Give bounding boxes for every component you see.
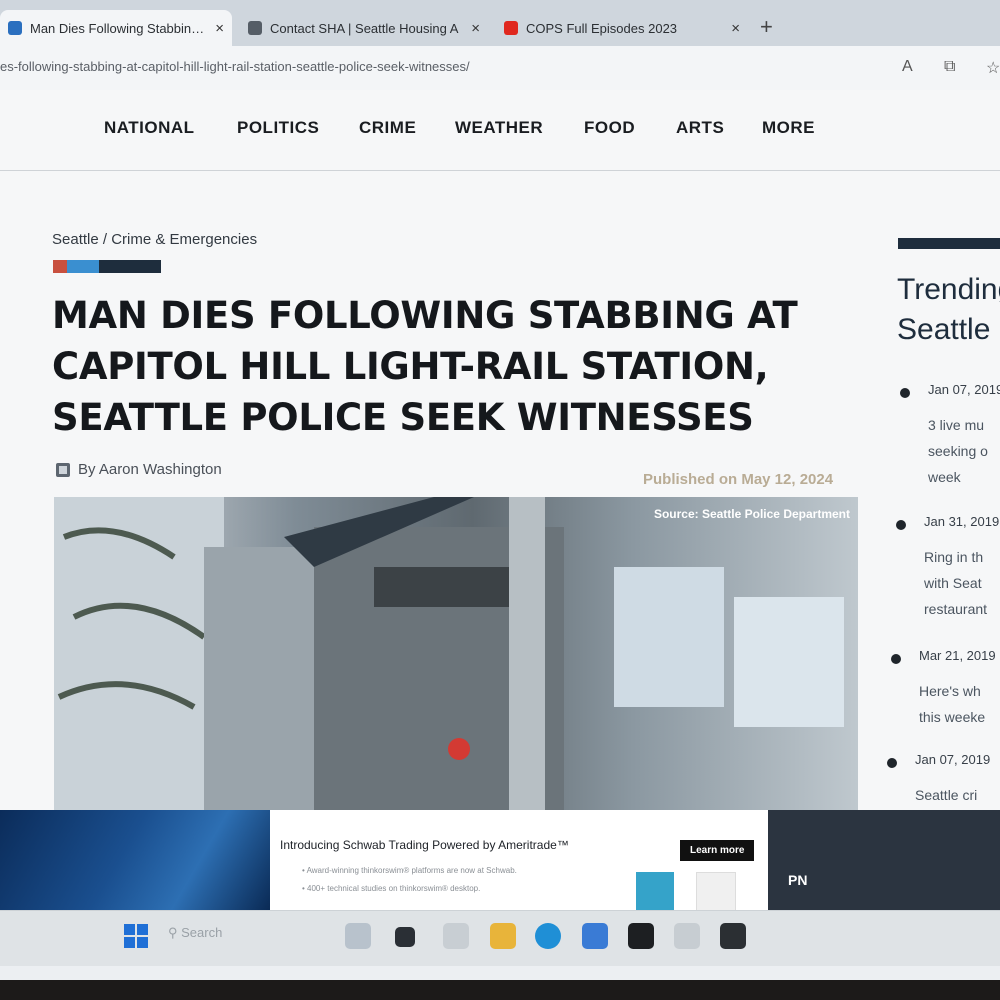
favorite-icon[interactable]: ☆: [986, 58, 1000, 78]
news-favicon-icon: [8, 21, 22, 35]
ad-headline: Introducing Schwab Trading Powered by Am…: [280, 838, 569, 852]
url-field[interactable]: es-following-stabbing-at-capitol-hill-li…: [0, 59, 470, 74]
ad-bullet: • Award-winning thinkorswim® platforms a…: [302, 866, 517, 875]
ad-bullet: • 400+ technical studies on thinkorswim®…: [302, 884, 481, 893]
dropbox-icon[interactable]: [628, 923, 654, 949]
hero-photo: Source: Seattle Police Department: [54, 497, 858, 810]
close-icon[interactable]: ×: [731, 20, 740, 37]
site-nav: NATIONAL POLITICS CRIME WEATHER FOOD ART…: [0, 90, 1000, 171]
breadcrumb[interactable]: Seattle / Crime & Emergencies: [52, 231, 257, 248]
article-page: NATIONAL POLITICS CRIME WEATHER FOOD ART…: [0, 90, 1000, 810]
read-aloud-icon[interactable]: A: [902, 58, 913, 76]
schwab-logo-icon: [696, 872, 736, 912]
nav-crime[interactable]: CRIME: [359, 118, 416, 138]
ad-side-panel: [768, 810, 1000, 910]
trending-date: Jan 31, 2019: [924, 514, 1000, 529]
accent-bar-blue: [67, 260, 99, 273]
trending-title: Trending Seattle: [897, 273, 1000, 346]
tab-title: Man Dies Following Stabbing at: [30, 20, 210, 36]
nav-more[interactable]: MORE: [762, 118, 815, 138]
widgets-icon[interactable]: [395, 927, 415, 947]
browser-window: Man Dies Following Stabbing at × Contact…: [0, 0, 1000, 980]
taskbar-search[interactable]: ⚲ Search: [168, 925, 222, 941]
address-bar: es-following-stabbing-at-capitol-hill-li…: [0, 46, 1000, 91]
nav-national[interactable]: NATIONAL: [104, 118, 195, 138]
bullet-icon: [887, 758, 897, 768]
ad-logo-icon: [636, 872, 674, 910]
page-favicon-icon: [248, 21, 262, 35]
tab-title: COPS Full Episodes 2023: [526, 20, 678, 36]
ad-badge: PN: [788, 872, 808, 888]
nav-arts[interactable]: ARTS: [676, 118, 724, 138]
article-headline: MAN DIES FOLLOWING STABBING AT CAPITOL H…: [52, 294, 798, 439]
learn-more-button[interactable]: Learn more: [680, 840, 755, 861]
windows-start-icon[interactable]: [124, 924, 148, 948]
app-icon[interactable]: [720, 923, 746, 949]
accent-bar-navy: [99, 260, 161, 273]
trending-date: Jan 07, 2019: [928, 382, 1000, 397]
photo-credit: Source: Seattle Police Department: [653, 507, 850, 521]
tab-contact-sha[interactable]: Contact SHA | Seattle Housing A ×: [240, 10, 488, 46]
trending-date: Mar 21, 2019: [919, 648, 996, 663]
close-icon[interactable]: ×: [471, 20, 480, 37]
close-icon[interactable]: ×: [215, 20, 224, 37]
task-view-icon[interactable]: [345, 923, 371, 949]
author-icon: [56, 462, 70, 477]
accent-bar-red: [53, 260, 67, 273]
new-tab-button[interactable]: +: [760, 14, 773, 40]
station-photo: [54, 497, 844, 810]
chat-icon[interactable]: [443, 923, 469, 949]
author-name[interactable]: By Aaron Washington: [78, 461, 222, 478]
sidebar-accent-bar: [898, 238, 1000, 249]
bullet-icon: [900, 388, 910, 398]
search-placeholder: Search: [181, 925, 223, 940]
immersive-reader-icon[interactable]: ⧉: [944, 58, 955, 76]
nav-food[interactable]: FOOD: [584, 118, 635, 138]
bullet-icon: [896, 520, 906, 530]
tab-article[interactable]: Man Dies Following Stabbing at ×: [0, 10, 232, 46]
trending-text[interactable]: Seattle cri increase in: [915, 782, 983, 810]
ad-banner[interactable]: Introducing Schwab Trading Powered by Am…: [0, 810, 1000, 920]
nav-politics[interactable]: POLITICS: [237, 118, 319, 138]
trending-text[interactable]: Here's wh this weeke: [919, 678, 985, 730]
tab-cops-episodes[interactable]: COPS Full Episodes 2023 ×: [496, 10, 748, 46]
trending-text[interactable]: 3 live mu seeking o week: [928, 412, 988, 490]
bullet-icon: [891, 654, 901, 664]
edge-browser-icon[interactable]: [535, 923, 561, 949]
tab-title: Contact SHA | Seattle Housing A: [270, 20, 459, 36]
published-date: Published on May 12, 2024: [643, 471, 834, 488]
ad-image: [0, 810, 270, 910]
tab-strip: Man Dies Following Stabbing at × Contact…: [0, 0, 1000, 46]
nav-weather[interactable]: WEATHER: [455, 118, 543, 138]
store-icon[interactable]: [582, 923, 608, 949]
file-explorer-icon[interactable]: [490, 923, 516, 949]
youtube-favicon-icon: [504, 21, 518, 35]
trending-text[interactable]: Ring in th with Seat restaurant: [924, 544, 987, 622]
trending-date: Jan 07, 2019: [915, 752, 991, 767]
teams-icon[interactable]: [674, 923, 700, 949]
taskbar: ⚲ Search: [0, 910, 1000, 966]
author-byline: By Aaron Washington: [56, 461, 222, 478]
